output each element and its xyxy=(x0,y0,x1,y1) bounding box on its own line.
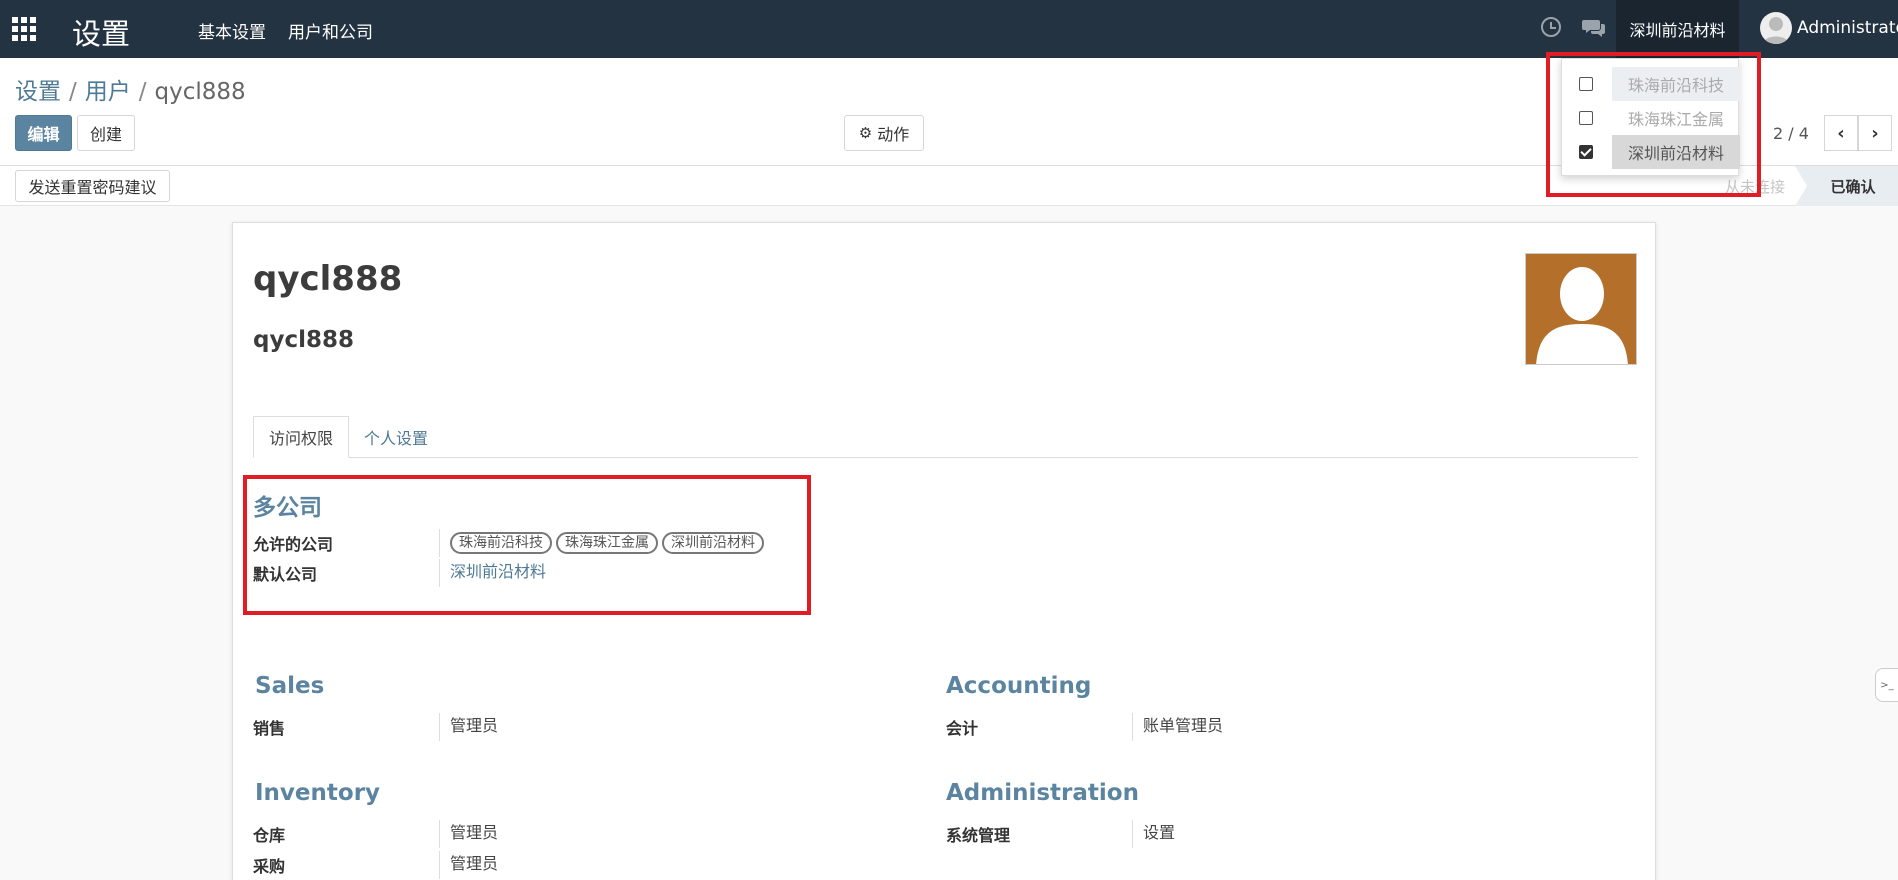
top-navbar: 设置 基本设置 用户和公司 深圳前沿材料 Administrator xyxy=(0,0,1898,58)
company-tag: 深圳前沿材料 xyxy=(662,532,764,554)
company-switcher[interactable]: 深圳前沿材料 xyxy=(1616,0,1739,58)
app-title: 设置 xyxy=(72,17,131,51)
purchase-value[interactable]: 管理员 xyxy=(439,851,498,879)
action-button[interactable]: ⚙ 动作 xyxy=(844,115,924,151)
chat-icon[interactable] xyxy=(1582,16,1606,40)
user-silhouette-icon xyxy=(1763,17,1789,44)
sales-label: 销售 xyxy=(253,719,286,738)
group-title-inventory: Inventory xyxy=(255,780,381,806)
tab-access-rights[interactable]: 访问权限 xyxy=(253,416,350,458)
checkbox-icon[interactable] xyxy=(1579,111,1593,125)
activity-clock-icon[interactable] xyxy=(1541,17,1561,37)
pager-previous-button[interactable]: ‹ xyxy=(1824,115,1858,151)
group-title-administration: Administration xyxy=(946,780,1139,806)
warehouse-value[interactable]: 管理员 xyxy=(439,820,498,848)
company-option-label[interactable]: 深圳前沿材料 xyxy=(1612,135,1740,169)
menu-basic-settings[interactable]: 基本设置 xyxy=(198,18,266,43)
warehouse-label: 仓库 xyxy=(253,826,286,845)
allowed-companies-tags[interactable]: 珠海前沿科技 珠海珠江金属 深圳前沿材料 xyxy=(439,529,768,557)
checkbox-checked-icon[interactable] xyxy=(1579,145,1593,159)
default-company-label: 默认公司 xyxy=(253,565,318,584)
company-tag: 珠海前沿科技 xyxy=(450,532,552,554)
company-option[interactable]: 珠海前沿科技 xyxy=(1562,67,1740,101)
company-option[interactable]: 深圳前沿材料 xyxy=(1562,135,1740,169)
stage-confirmed[interactable]: 已确认 xyxy=(1808,166,1898,206)
default-company-link[interactable]: 深圳前沿材料 xyxy=(439,559,546,587)
allowed-companies-label: 允许的公司 xyxy=(253,535,334,554)
send-reset-password-button[interactable]: 发送重置密码建议 xyxy=(15,170,170,202)
user-login: qycl888 xyxy=(253,327,354,353)
breadcrumb-settings[interactable]: 设置 xyxy=(15,79,61,105)
tab-personal-settings[interactable]: 个人设置 xyxy=(349,416,443,458)
purchase-label: 采购 xyxy=(253,857,286,876)
company-option-label[interactable]: 珠海珠江金属 xyxy=(1612,101,1740,135)
user-avatar[interactable] xyxy=(1760,12,1792,44)
checkbox-icon[interactable] xyxy=(1579,77,1593,91)
user-photo[interactable] xyxy=(1525,253,1637,365)
system-admin-value[interactable]: 设置 xyxy=(1132,820,1175,848)
system-admin-label: 系统管理 xyxy=(946,826,1011,845)
pager-value: 2 / 4 xyxy=(1773,124,1809,143)
form-sheet: qycl888 qycl888 访问权限 个人设置 多公司 允许的公司 珠海前沿… xyxy=(232,222,1656,880)
company-tag: 珠海珠江金属 xyxy=(556,532,658,554)
create-button[interactable]: 创建 xyxy=(77,115,135,151)
sales-value[interactable]: 管理员 xyxy=(439,713,498,741)
breadcrumb-current: qycl888 xyxy=(154,79,246,105)
menu-users-companies[interactable]: 用户和公司 xyxy=(288,18,373,43)
pager-next-button[interactable]: › xyxy=(1858,115,1892,151)
accounting-value[interactable]: 账单管理员 xyxy=(1132,713,1223,741)
group-title-sales: Sales xyxy=(255,673,325,699)
terminal-icon: >_ xyxy=(1880,679,1894,691)
chevron-left-icon: ‹ xyxy=(1837,122,1845,144)
group-title-accounting: Accounting xyxy=(946,673,1092,699)
company-option[interactable]: 珠海珠江金属 xyxy=(1562,101,1740,135)
edit-button[interactable]: 编辑 xyxy=(15,115,72,151)
group-title-multi-company: 多公司 xyxy=(253,495,322,521)
company-dropdown: 珠海前沿科技 珠海珠江金属 深圳前沿材料 xyxy=(1561,58,1740,176)
user-name-title: qycl888 xyxy=(253,259,403,299)
user-menu[interactable]: Administrator xyxy=(1797,18,1898,38)
chevron-right-icon: › xyxy=(1871,122,1879,144)
breadcrumb-users[interactable]: 用户 xyxy=(85,79,131,105)
side-panel-toggle[interactable]: >_ xyxy=(1875,668,1898,702)
user-placeholder-icon xyxy=(1536,267,1628,364)
breadcrumb: 设置 / 用户 / qycl888 xyxy=(15,79,246,105)
apps-grid-icon[interactable] xyxy=(12,17,36,41)
company-option-label[interactable]: 珠海前沿科技 xyxy=(1612,67,1740,101)
accounting-label: 会计 xyxy=(946,719,979,738)
form-tabs: 访问权限 个人设置 xyxy=(253,416,1638,458)
gear-icon: ⚙ xyxy=(858,124,873,142)
